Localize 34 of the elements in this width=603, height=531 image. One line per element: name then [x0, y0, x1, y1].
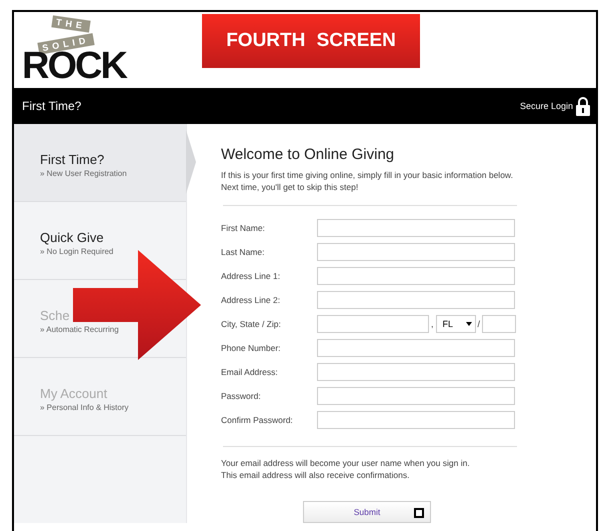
comma: ,	[431, 319, 434, 329]
tab-arrow-icon	[186, 130, 196, 194]
sidebar-item[interactable]: First Time? » New User Registration	[14, 124, 196, 202]
lock-icon[interactable]	[576, 96, 590, 116]
intro-text: If this is your first time giving online, simply fill in your basic information below. Next time, you'll get to skip this step!	[221, 169, 514, 193]
input-field[interactable]	[317, 291, 515, 309]
input-field[interactable]	[317, 267, 515, 285]
field-label: Email Address:	[221, 367, 279, 377]
field-label: Address Line 1:	[221, 271, 282, 281]
note-text: Your email address will become your user name when you sign in. This email address will also receive confirmations.	[221, 457, 471, 481]
square-icon	[414, 508, 424, 518]
input-field[interactable]	[317, 339, 515, 357]
field-label: City, State / Zip:	[221, 319, 282, 329]
nav-title: First Time?	[22, 99, 82, 113]
input-field[interactable]	[317, 219, 515, 237]
field-label: Phone Number:	[221, 343, 282, 353]
slash: /	[478, 319, 480, 329]
input-field[interactable]	[317, 387, 515, 405]
form-heading: Welcome to Online Giving	[221, 146, 396, 163]
state-select[interactable]: FL	[436, 315, 476, 333]
input-field[interactable]	[317, 411, 515, 429]
input-field[interactable]	[317, 243, 515, 261]
secure-login-link[interactable]: Secure Login	[520, 101, 573, 111]
field-label: Confirm Password:	[221, 415, 294, 425]
field-label: First Name:	[221, 223, 266, 233]
submit-button[interactable]: Submit	[303, 501, 431, 523]
field-label: Password:	[221, 391, 262, 401]
city-field[interactable]	[317, 315, 429, 333]
field-label: Address Line 2:	[221, 295, 282, 305]
input-field[interactable]	[317, 363, 515, 381]
logo-word: THE	[51, 15, 91, 33]
zip-field[interactable]	[482, 315, 516, 333]
field-label: Last Name:	[221, 247, 266, 257]
annotation-banner: FOURTH SCREEN	[202, 14, 420, 68]
